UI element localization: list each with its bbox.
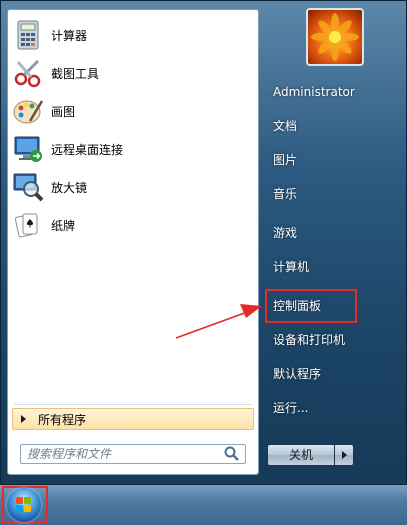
paint-icon	[12, 95, 44, 127]
program-item-calculator[interactable]: 计算器	[8, 16, 258, 54]
shutdown-group: 关机	[267, 444, 354, 466]
all-programs-label: 所有程序	[38, 412, 87, 427]
program-label: 放大镜	[51, 180, 88, 195]
magnifier-icon	[12, 171, 44, 203]
computer-link[interactable]: 计算机	[265, 250, 405, 284]
user-avatar[interactable]	[306, 8, 364, 66]
all-programs-button[interactable]: 所有程序	[12, 408, 254, 430]
program-label: 纸牌	[51, 218, 76, 233]
program-item-magnifier[interactable]: 放大镜	[8, 168, 258, 206]
program-item-remote-desktop[interactable]: 远程桌面连接	[8, 130, 258, 168]
taskbar	[0, 485, 407, 525]
run-link[interactable]: 运行...	[265, 391, 405, 425]
shutdown-button[interactable]: 关机	[267, 444, 335, 466]
start-menu: 计算器 截图工具 画图 远程桌面连接 放大镜 纸牌 所有程序 搜索程序和文件 A…	[0, 0, 407, 485]
remote-desktop-icon	[12, 133, 44, 165]
right-menu: Administrator 文档 图片 音乐 游戏 计算机 控制面板 设备和打印…	[265, 75, 405, 425]
windows-logo-icon	[16, 497, 32, 513]
pictures-link[interactable]: 图片	[265, 143, 405, 177]
program-label: 计算器	[51, 28, 88, 43]
shutdown-options-button[interactable]	[335, 444, 354, 466]
program-label: 远程桌面连接	[51, 142, 124, 157]
program-label: 画图	[51, 104, 76, 119]
calculator-icon	[12, 19, 44, 51]
triangle-right-icon	[21, 415, 26, 423]
programs-pane: 计算器 截图工具 画图 远程桌面连接 放大镜 纸牌 所有程序 搜索程序和文件	[7, 9, 259, 475]
music-link[interactable]: 音乐	[265, 177, 405, 211]
default-programs-link[interactable]: 默认程序	[265, 357, 405, 391]
windows-orb-icon	[7, 488, 41, 522]
divider	[14, 404, 252, 405]
program-label: 截图工具	[51, 66, 100, 81]
program-list: 计算器 截图工具 画图 远程桌面连接 放大镜 纸牌	[8, 16, 258, 244]
user-name-link[interactable]: Administrator	[265, 75, 405, 109]
program-item-solitaire[interactable]: 纸牌	[8, 206, 258, 244]
flower-picture-icon	[311, 13, 359, 61]
program-item-paint[interactable]: 画图	[8, 92, 258, 130]
search-box	[20, 444, 246, 464]
control-panel-link[interactable]: 控制面板	[265, 289, 357, 323]
documents-link[interactable]: 文档	[265, 109, 405, 143]
search-icon[interactable]	[223, 445, 241, 463]
triangle-right-icon	[341, 451, 347, 459]
program-item-snipping-tool[interactable]: 截图工具	[8, 54, 258, 92]
devices-and-printers-link[interactable]: 设备和打印机	[265, 323, 405, 357]
snipping-tool-icon	[12, 57, 44, 89]
search-input[interactable]	[21, 447, 223, 461]
start-button[interactable]	[2, 486, 48, 524]
games-link[interactable]: 游戏	[265, 216, 405, 250]
solitaire-icon	[12, 209, 44, 241]
